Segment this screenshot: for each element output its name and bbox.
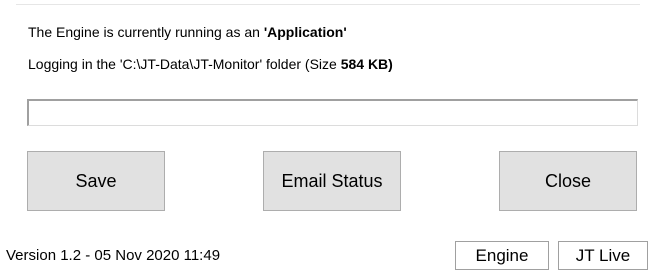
email-status-button[interactable]: Email Status <box>263 151 401 211</box>
version-label: Version 1.2 - 05 Nov 2020 11:49 <box>6 247 221 264</box>
logging-folder-text: Logging in the 'C:\JT-Data\JT-Monitor' f… <box>28 56 341 72</box>
engine-mode-value: 'Application' <box>263 24 347 40</box>
jt-live-status-panel: JT Live <box>558 241 648 270</box>
close-button[interactable]: Close <box>499 151 637 211</box>
save-button[interactable]: Save <box>27 151 165 211</box>
top-divider <box>16 4 640 5</box>
logging-status-line: Logging in the 'C:\JT-Data\JT-Monitor' f… <box>28 56 393 72</box>
jt-monitor-window: The Engine is currently running as an 'A… <box>0 0 655 275</box>
engine-status-line: The Engine is currently running as an 'A… <box>28 24 347 40</box>
engine-status-panel: Engine <box>455 241 549 270</box>
logging-size-value: 584 KB) <box>340 56 393 72</box>
engine-status-text: The Engine is currently running as an <box>28 24 264 40</box>
progress-bar <box>27 99 638 126</box>
